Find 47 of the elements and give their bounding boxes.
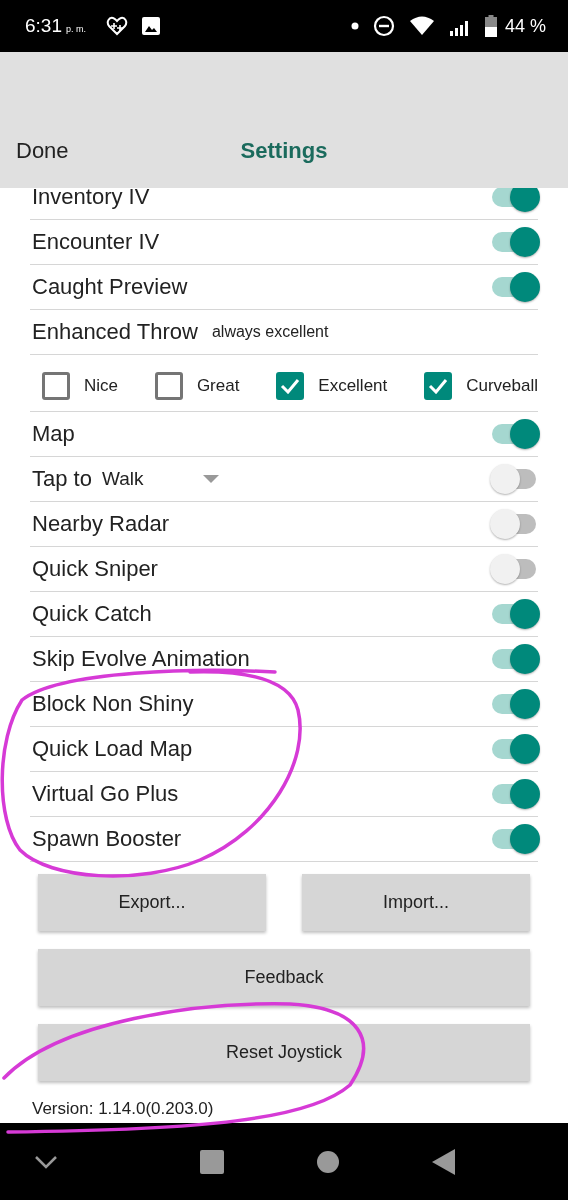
check-icon [428, 378, 449, 394]
battery-percent: 44 % [504, 15, 546, 37]
chevron-down-icon [34, 1154, 58, 1169]
setting-label: Quick Catch [32, 601, 152, 627]
action-button[interactable]: Feedback [38, 949, 530, 1006]
heart-icon [106, 16, 128, 36]
setting-label: Nearby Radar [32, 511, 169, 537]
square-icon [200, 1149, 224, 1174]
setting-label: Quick Sniper [32, 556, 158, 582]
screen-title: Settings [240, 138, 328, 164]
setting-label: Caught Preview [32, 274, 188, 300]
done-button[interactable]: Done [16, 138, 69, 164]
setting-label: Spawn Booster [32, 826, 182, 852]
setting-label: Map [32, 421, 75, 447]
checkbox[interactable] [154, 372, 183, 400]
action-button[interactable]: Import... [302, 874, 530, 931]
clock-time: 6:31 [25, 15, 62, 37]
setting-label: Virtual Go Plus [32, 781, 179, 807]
wifi-icon [408, 16, 435, 36]
checkbox[interactable] [42, 372, 70, 400]
checkbox-label: Curveball [466, 376, 538, 396]
setting-label: Inventory IV [32, 188, 150, 210]
checkbox-label: Excellent [318, 376, 388, 396]
setting-label: Skip Evolve Animation [32, 646, 250, 672]
setting-label: Quick Load Map [32, 736, 193, 762]
dot-icon [350, 22, 359, 30]
triangle-icon [432, 1148, 456, 1175]
action-button[interactable]: Reset Joystick [38, 1024, 530, 1081]
caret-icon [203, 475, 220, 483]
setting-label: Block Non Shiny [32, 691, 194, 717]
time-suffix: p. m. [66, 24, 86, 34]
checkbox[interactable] [424, 372, 453, 400]
setting-value: always excellent [211, 323, 329, 341]
check-icon [280, 378, 301, 394]
circle-icon [316, 1149, 340, 1174]
action-button[interactable]: Export... [38, 874, 266, 931]
image-icon [142, 17, 160, 35]
checkbox-label: Nice [84, 376, 118, 396]
checkbox[interactable] [276, 372, 305, 400]
checkbox-label: Great [196, 376, 240, 396]
setting-label: Enhanced Throw [32, 319, 198, 345]
battery-icon [484, 15, 497, 37]
do-not-disturb-icon [372, 15, 395, 37]
setting-label: Encounter IV [32, 229, 160, 255]
setting-label: Tap to [32, 466, 92, 492]
version-text: Version: 1.14.0(0.203.0) [32, 1099, 215, 1119]
mode-dropdown[interactable]: Walk [101, 468, 220, 490]
